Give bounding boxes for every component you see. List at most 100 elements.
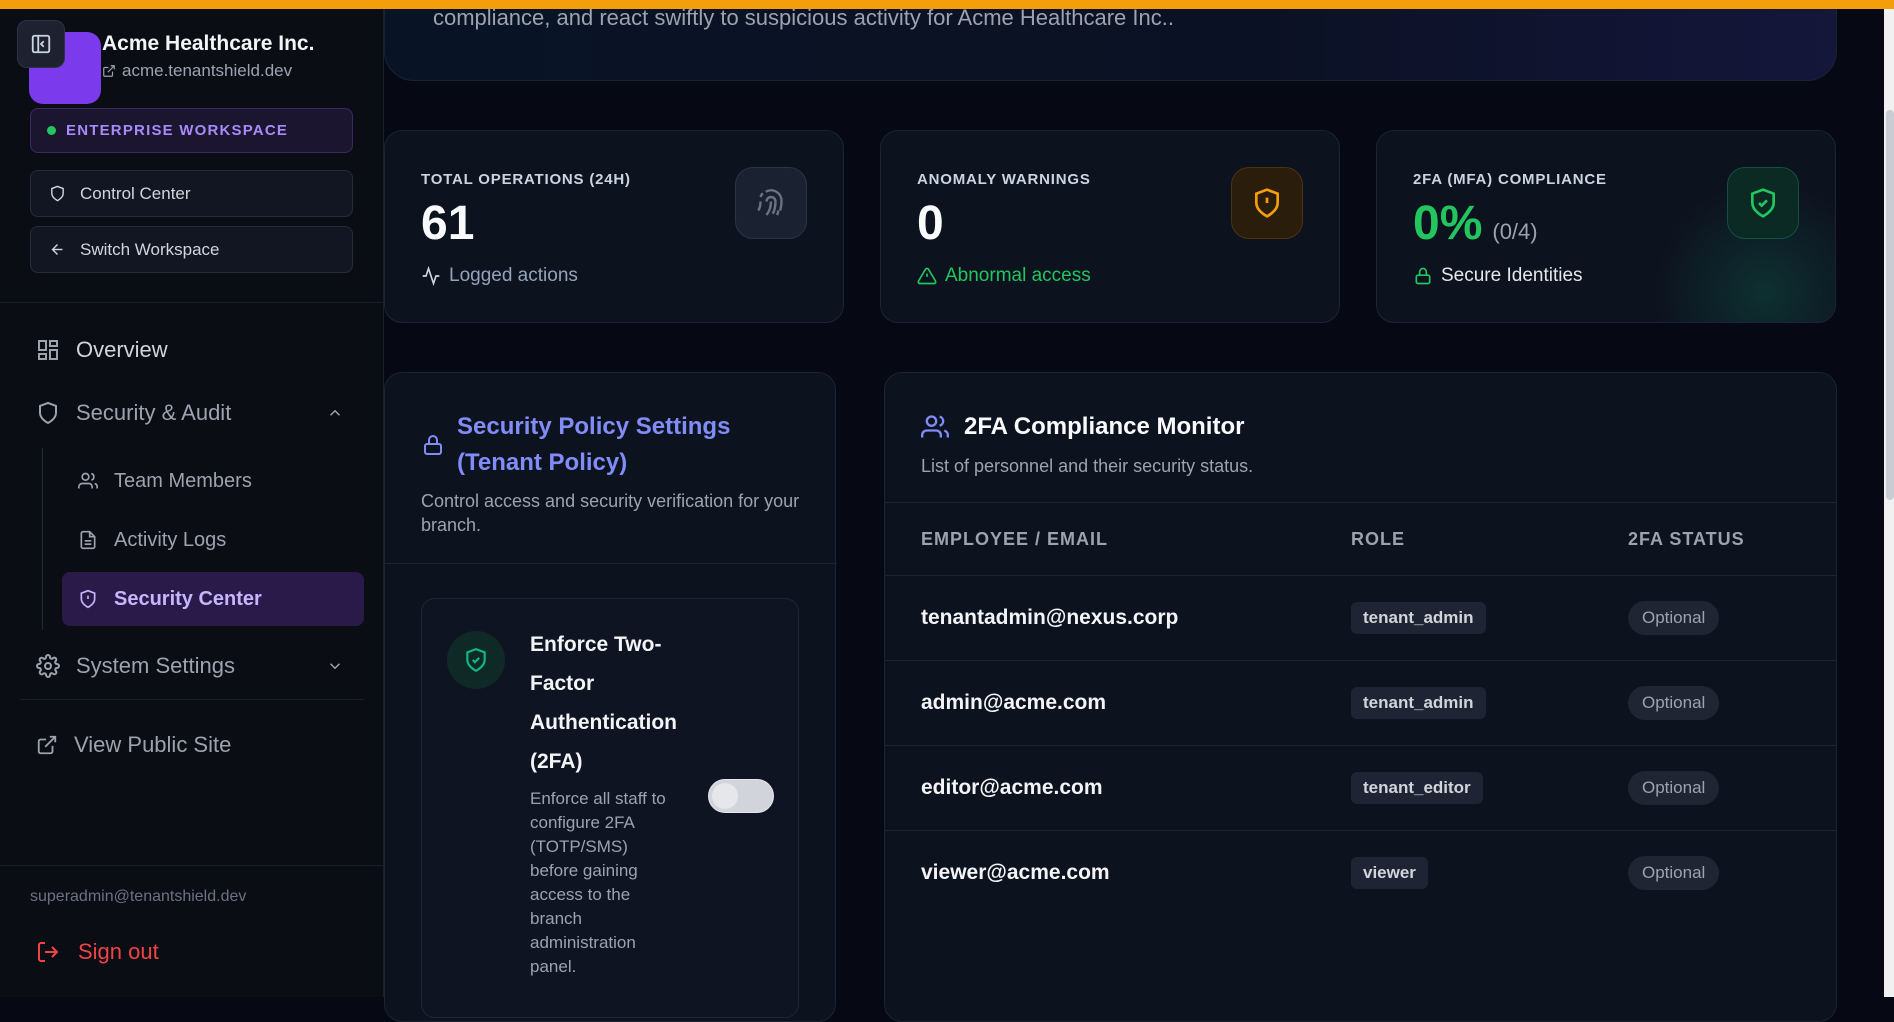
external-link-icon bbox=[37, 735, 57, 755]
nav-system-settings[interactable]: System Settings bbox=[36, 653, 366, 679]
employee-email: viewer@acme.com bbox=[921, 861, 1110, 884]
employee-email: admin@acme.com bbox=[921, 691, 1107, 714]
status-badge: Optional bbox=[1628, 771, 1720, 805]
users-icon bbox=[78, 472, 98, 489]
gear-icon bbox=[36, 654, 60, 678]
subnav-activity-logs-label: Activity Logs bbox=[114, 528, 227, 551]
enforce-2fa-setting: Enforce Two-Factor Authentication (2FA) … bbox=[421, 598, 799, 1018]
stat-value-percent: 0% bbox=[1413, 197, 1483, 250]
subnav-security-center-label: Security Center bbox=[114, 587, 262, 610]
subnav-activity-logs[interactable]: Activity Logs bbox=[62, 513, 364, 567]
sidebar-collapse-button[interactable] bbox=[17, 20, 65, 68]
status-badge: Optional bbox=[1628, 856, 1720, 890]
policy-description: Control access and security verification… bbox=[421, 491, 800, 535]
activity-icon bbox=[422, 266, 440, 286]
enforce-2fa-toggle[interactable] bbox=[708, 779, 774, 813]
brand-name: Acme Healthcare Inc. bbox=[102, 32, 315, 55]
role-badge: tenant_admin bbox=[1351, 602, 1486, 634]
top-accent-bar bbox=[0, 0, 1894, 9]
sidebar-divider bbox=[20, 699, 364, 700]
shield-alert-icon-tile bbox=[1231, 167, 1303, 239]
workspace-badge: ENTERPRISE WORKSPACE bbox=[30, 108, 353, 153]
shield-alert-icon bbox=[80, 589, 96, 609]
role-badge: tenant_admin bbox=[1351, 687, 1486, 719]
policy-divider bbox=[385, 563, 837, 564]
stat-subtext: Abnormal access bbox=[917, 265, 1091, 287]
shield-icon bbox=[51, 185, 64, 202]
shield-check-icon bbox=[466, 648, 486, 673]
policy-title: Security Policy Settings (Tenant Policy) bbox=[457, 413, 731, 476]
sign-out-button[interactable]: Sign out bbox=[36, 939, 159, 965]
nav-security-audit[interactable]: Security & Audit bbox=[36, 400, 366, 426]
workspace-badge-label: ENTERPRISE WORKSPACE bbox=[66, 122, 289, 139]
lock-icon bbox=[1415, 267, 1431, 285]
stat-subtext-label: Secure Identities bbox=[1441, 265, 1583, 286]
sidebar-toggle-icon bbox=[31, 34, 51, 54]
control-center-button[interactable]: Control Center bbox=[30, 170, 353, 217]
column-header-role: ROLE bbox=[1351, 529, 1406, 549]
sidebar-divider bbox=[0, 302, 384, 303]
column-header-2fa-status: 2FA STATUS bbox=[1628, 529, 1745, 549]
stat-card-anomaly-warnings: ANOMALY WARNINGS 0 Abnormal access bbox=[880, 130, 1340, 323]
lock-icon bbox=[424, 435, 442, 455]
scrollbar-thumb[interactable] bbox=[1886, 110, 1894, 500]
sidebar-divider bbox=[0, 865, 384, 866]
nav-view-public-site[interactable]: View Public Site bbox=[36, 732, 231, 758]
mfa-compliance-monitor: 2FA Compliance Monitor List of personnel… bbox=[884, 372, 1837, 1022]
warning-triangle-icon bbox=[917, 267, 937, 285]
document-icon bbox=[80, 530, 96, 550]
stat-label: TOTAL OPERATIONS (24H) bbox=[421, 171, 631, 188]
enforce-2fa-title: Enforce Two-Factor Authentication (2FA) bbox=[530, 633, 677, 773]
monitor-subtitle: List of personnel and their security sta… bbox=[921, 456, 1254, 476]
nav-overview[interactable]: Overview bbox=[36, 337, 168, 363]
nav-system-settings-label: System Settings bbox=[76, 653, 235, 678]
shield-check-icon bbox=[1751, 188, 1775, 218]
column-header-employee: EMPLOYEE / EMAIL bbox=[921, 529, 1109, 549]
fingerprint-icon bbox=[757, 189, 783, 216]
employee-email: editor@acme.com bbox=[921, 776, 1103, 799]
nav-view-public-site-label: View Public Site bbox=[74, 732, 232, 757]
table-row: tenantadmin@nexus.corp tenant_admin Opti… bbox=[885, 576, 1836, 661]
subnav-security-center[interactable]: Security Center bbox=[62, 572, 364, 626]
users-icon bbox=[921, 415, 949, 438]
stat-value-ratio: (0/4) bbox=[1492, 219, 1538, 244]
subnav-guide-line bbox=[42, 448, 43, 630]
brand-url-text: acme.tenantshield.dev bbox=[122, 61, 293, 80]
nav-overview-label: Overview bbox=[76, 337, 168, 362]
stat-card-mfa-compliance: 2FA (MFA) COMPLIANCE 0% (0/4) Secure Iden… bbox=[1376, 130, 1836, 323]
table-row: viewer@acme.com viewer Optional bbox=[885, 831, 1836, 916]
stat-subtext-label: Logged actions bbox=[449, 265, 578, 286]
status-badge: Optional bbox=[1628, 686, 1720, 720]
shield-icon bbox=[39, 401, 57, 425]
switch-workspace-button[interactable]: Switch Workspace bbox=[30, 226, 353, 273]
enforce-2fa-description: Enforce all staff to configure 2FA (TOTP… bbox=[530, 789, 666, 976]
switch-workspace-label: Switch Workspace bbox=[80, 239, 220, 259]
logout-icon bbox=[38, 942, 59, 962]
stat-label: 2FA (MFA) COMPLIANCE bbox=[1413, 171, 1607, 188]
brand-url-link[interactable]: acme.tenantshield.dev bbox=[102, 61, 292, 81]
status-badge: Optional bbox=[1628, 601, 1720, 635]
monitor-title: 2FA Compliance Monitor bbox=[964, 413, 1245, 440]
chevron-up-icon bbox=[329, 409, 341, 416]
fingerprint-icon-tile bbox=[735, 167, 807, 239]
employee-email: tenantadmin@nexus.corp bbox=[921, 606, 1179, 629]
stat-subtext: Logged actions bbox=[421, 265, 578, 287]
arrow-left-icon bbox=[51, 244, 63, 255]
stat-value: 0 bbox=[917, 197, 944, 250]
table-row: admin@acme.com tenant_admin Optional bbox=[885, 661, 1836, 746]
stat-label: ANOMALY WARNINGS bbox=[917, 171, 1091, 188]
sign-out-label: Sign out bbox=[78, 939, 159, 964]
stat-value: 61 bbox=[421, 197, 475, 250]
toggle-knob bbox=[712, 783, 738, 809]
brand-header: Acme Healthcare Inc. acme.tenantshield.d… bbox=[17, 20, 367, 104]
shield-alert-icon bbox=[1255, 188, 1279, 218]
control-center-label: Control Center bbox=[80, 183, 191, 203]
security-policy-card: Security Policy Settings (Tenant Policy)… bbox=[384, 372, 837, 1022]
grid-icon bbox=[38, 340, 58, 360]
stat-card-total-operations: TOTAL OPERATIONS (24H) 61 Logged actions bbox=[384, 130, 844, 323]
subnav-team-members-label: Team Members bbox=[114, 469, 252, 492]
sidebar: Acme Healthcare Inc. acme.tenantshield.d… bbox=[0, 0, 384, 997]
shield-check-icon-tile bbox=[1727, 167, 1799, 239]
subnav-team-members[interactable]: Team Members bbox=[62, 454, 364, 508]
table-header: EMPLOYEE / EMAIL ROLE 2FA STATUS bbox=[885, 502, 1836, 576]
